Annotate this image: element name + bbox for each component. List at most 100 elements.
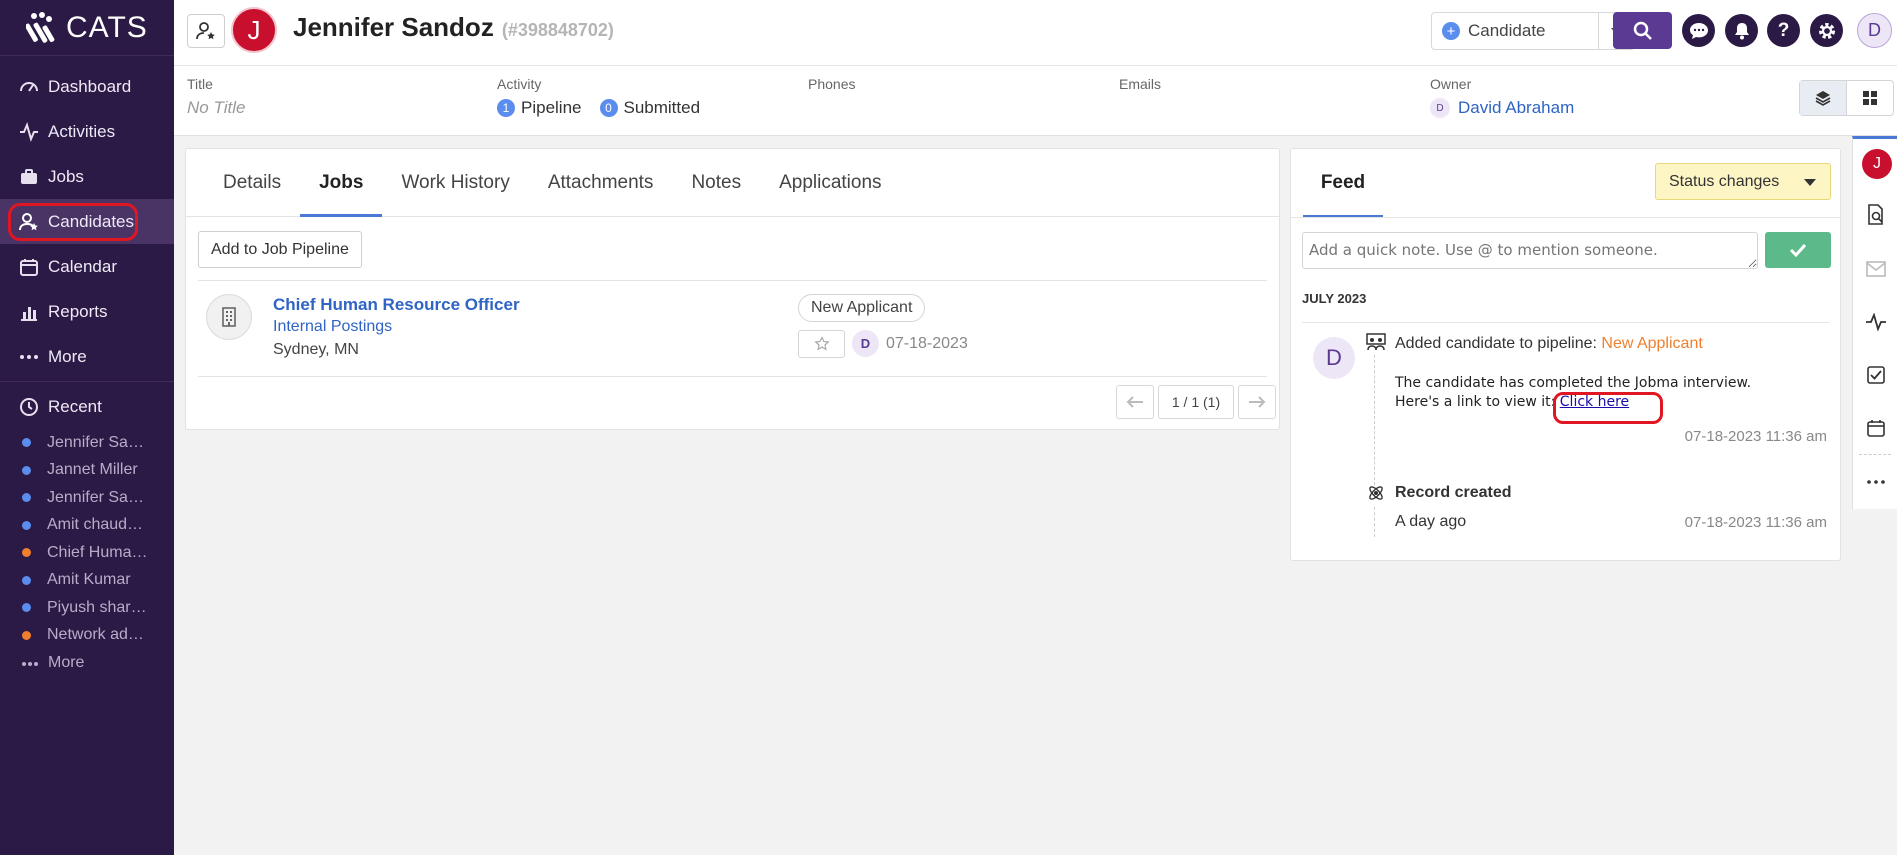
ellipsis-icon (18, 346, 40, 368)
recent-item[interactable]: Piyush shar… (0, 594, 174, 622)
status-dot (22, 548, 31, 558)
recent-item-label: Jennifer Sa… (47, 433, 144, 451)
owner-avatar: D (1430, 98, 1450, 118)
recent-item[interactable]: Jannet Miller (0, 457, 174, 485)
cats-logo-icon (26, 11, 55, 43)
pipeline-status-badge[interactable]: New Applicant (798, 294, 926, 322)
ellipsis-icon[interactable] (1864, 470, 1888, 494)
recent-item-label: Network ad… (47, 626, 144, 644)
tab-details[interactable]: Details (204, 149, 300, 216)
recent-item[interactable]: Amit Kumar (0, 567, 174, 595)
owner-field: Owner D David Abraham (1430, 76, 1574, 118)
recent-more-label: More (48, 654, 85, 671)
check-icon (1789, 243, 1807, 257)
recent-item[interactable]: Chief Huma… (0, 539, 174, 567)
add-to-job-pipeline-button[interactable]: Add to Job Pipeline (198, 231, 362, 268)
activity-field: Activity 1 Pipeline 0 Submitted (497, 76, 700, 118)
pipeline-icon (1366, 332, 1386, 352)
title-value[interactable]: No Title (187, 98, 245, 118)
tab-applications[interactable]: Applications (760, 149, 900, 216)
logo-text: CATS (66, 10, 148, 44)
user-avatar[interactable]: D (1857, 13, 1892, 48)
tab-feed[interactable]: Feed (1303, 149, 1383, 218)
submitted-link[interactable]: Submitted (624, 98, 701, 118)
owner-link[interactable]: David Abraham (1458, 98, 1574, 118)
nav-activities[interactable]: Activities (0, 109, 174, 154)
layers-view-button[interactable] (1800, 81, 1847, 115)
feed-entry-prefix: Added candidate to pipeline: (1395, 335, 1597, 352)
job-title-link[interactable]: Chief Human Resource Officer (273, 295, 520, 315)
rail-avatar[interactable]: J (1862, 149, 1892, 179)
bell-icon[interactable] (1725, 14, 1758, 47)
grid-icon (1863, 91, 1877, 105)
divider (0, 381, 174, 382)
email-icon[interactable] (1864, 257, 1888, 281)
divider (198, 280, 1267, 281)
nav-candidates[interactable]: Candidates (0, 199, 174, 244)
status-dot (22, 630, 31, 640)
cats-logo[interactable]: CATS (0, 0, 174, 56)
search-button[interactable] (1613, 12, 1672, 49)
feed-filter-dropdown[interactable]: Status changes (1655, 163, 1831, 200)
task-checkbox-icon[interactable] (1864, 363, 1888, 387)
quick-note-input[interactable] (1302, 232, 1758, 269)
divider (1302, 322, 1829, 323)
grid-view-button[interactable] (1847, 81, 1893, 115)
record-created-icon (1366, 483, 1386, 503)
tab-jobs[interactable]: Jobs (300, 149, 383, 217)
calendar-icon[interactable] (1864, 416, 1888, 440)
add-to-list-button[interactable] (187, 14, 225, 48)
tab-notes[interactable]: Notes (672, 149, 760, 216)
feed-entry-time: 07-18-2023 11:36 am (1684, 428, 1827, 445)
nav-label: Jobs (48, 166, 84, 186)
sidebar: CATS Dashboard Activities Jobs Candidate… (0, 0, 174, 855)
pipeline-count: 1 (497, 99, 515, 117)
tab-work-history[interactable]: Work History (382, 149, 528, 216)
chat-icon[interactable] (1682, 14, 1715, 47)
nav-dashboard[interactable]: Dashboard (0, 64, 174, 109)
recent-item[interactable]: Jennifer Sa… (0, 429, 174, 457)
feed-body-line: Here's a link to view it: (1395, 394, 1556, 410)
calendar-icon (18, 256, 40, 278)
timeline-line (1374, 355, 1375, 485)
nav-jobs[interactable]: Jobs (0, 154, 174, 199)
nav-more[interactable]: More (0, 334, 174, 379)
record-type-select[interactable]: + Candidate (1431, 12, 1635, 50)
next-page-button[interactable] (1238, 385, 1276, 419)
highlight-ring (1553, 392, 1663, 424)
nav-calendar[interactable]: Calendar (0, 244, 174, 289)
recent-item[interactable]: Amit chaud… (0, 512, 174, 540)
arrow-left-icon (1126, 396, 1143, 408)
title-label: Title (187, 76, 213, 92)
tab-attachments[interactable]: Attachments (529, 149, 673, 216)
pipeline-link[interactable]: Pipeline (521, 98, 582, 118)
submit-note-button[interactable] (1765, 232, 1831, 268)
recent-item[interactable]: Network ad… (0, 622, 174, 650)
prev-page-button[interactable] (1116, 385, 1154, 419)
rating-star-button[interactable] (798, 330, 845, 358)
candidate-summary: Title No Title Activity 1 Pipeline 0 Sub… (174, 66, 1897, 136)
caret-down-icon (1804, 179, 1816, 186)
document-search-icon[interactable] (1864, 203, 1888, 227)
page-indicator: 1 / 1 (1) (1158, 385, 1234, 419)
feed-entry-title: Added candidate to pipeline: New Applica… (1395, 335, 1703, 353)
nav-label: Dashboard (48, 76, 132, 96)
user-avatar: D (852, 330, 879, 357)
view-toggle (1799, 80, 1894, 116)
feed-entry-status[interactable]: New Applicant (1601, 335, 1702, 352)
company-link[interactable]: Internal Postings (273, 318, 392, 336)
feed-user-avatar: D (1313, 337, 1355, 379)
recent-item[interactable]: Jennifer Sa… (0, 484, 174, 512)
gear-icon[interactable] (1810, 14, 1843, 47)
feed-body-line: The candidate has completed the Jobma in… (1395, 375, 1752, 391)
dashboard-icon (18, 76, 40, 98)
status-dot (22, 520, 31, 530)
right-rail: J (1852, 136, 1897, 509)
activity-icon[interactable] (1864, 310, 1888, 334)
briefcase-icon (18, 166, 40, 188)
submitted-count: 0 (599, 99, 618, 117)
nav-reports[interactable]: Reports (0, 289, 174, 334)
record-type-label: Candidate (1468, 21, 1546, 40)
recent-more-link[interactable]: More (0, 649, 174, 677)
help-icon[interactable]: ? (1767, 14, 1800, 47)
